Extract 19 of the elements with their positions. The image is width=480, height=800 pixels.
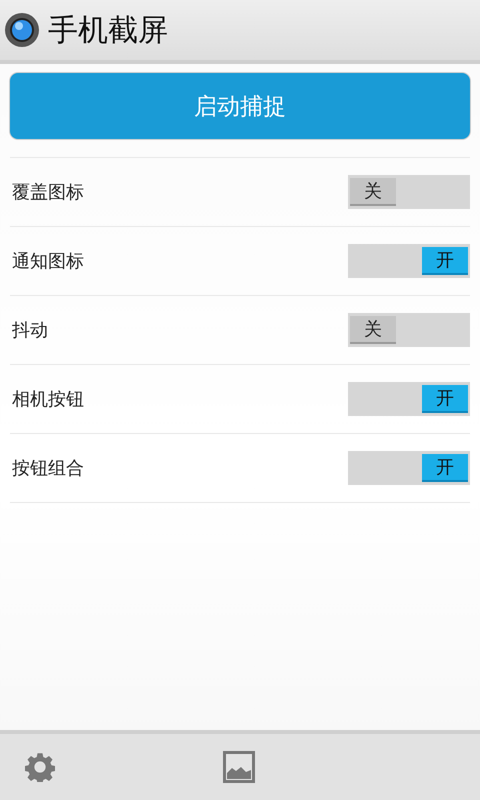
toggle-switch[interactable]: 开 [348, 451, 470, 485]
toggle-switch[interactable]: 关 [348, 175, 470, 209]
setting-label: 相机按钮 [12, 388, 84, 411]
toggle-switch[interactable]: 关 [348, 313, 470, 347]
image-icon[interactable] [223, 751, 255, 783]
switch-knob: 开 [422, 385, 468, 413]
toggle-switch[interactable]: 开 [348, 244, 470, 278]
switch-knob: 开 [422, 454, 468, 482]
setting-label: 通知图标 [12, 250, 84, 273]
setting-label: 覆盖图标 [12, 181, 84, 204]
setting-label: 按钮组合 [12, 457, 84, 480]
lens-icon [4, 12, 40, 48]
setting-label: 抖动 [12, 319, 48, 342]
switch-knob: 关 [350, 316, 396, 344]
settings-icon[interactable] [25, 752, 55, 782]
switch-knob: 关 [350, 178, 396, 206]
switch-knob: 开 [422, 247, 468, 275]
app-title: 手机截屏 [48, 12, 168, 50]
toggle-switch[interactable]: 开 [348, 382, 470, 416]
